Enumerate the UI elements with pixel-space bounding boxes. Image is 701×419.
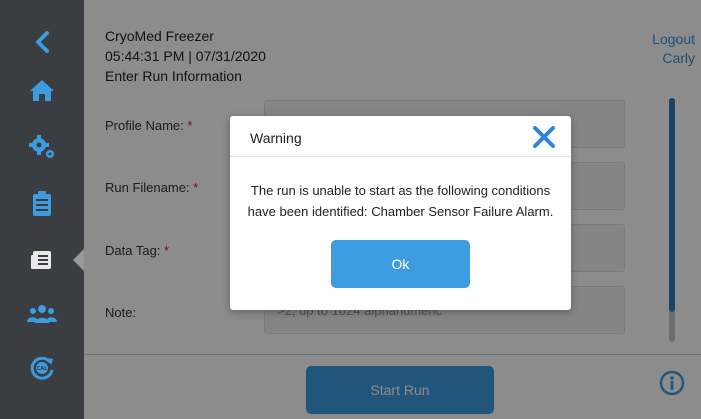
dialog-message-line-1: The run is unable to start as the follow… bbox=[250, 183, 551, 198]
gears-icon bbox=[29, 135, 54, 158]
clipboard-icon bbox=[33, 191, 51, 216]
home-button[interactable] bbox=[0, 70, 84, 110]
calibration-icon: CAL bbox=[30, 356, 54, 380]
settings-button[interactable] bbox=[0, 127, 84, 167]
warning-dialog: Warning The run is unable to start as th… bbox=[230, 116, 571, 310]
run-list-icon bbox=[31, 251, 51, 269]
users-button[interactable] bbox=[0, 294, 84, 334]
dialog-message-line-2: have been identified: Chamber Sensor Fai… bbox=[247, 204, 554, 219]
sidebar: CAL bbox=[0, 0, 85, 419]
svg-text:CAL: CAL bbox=[37, 366, 49, 372]
close-button[interactable] bbox=[529, 122, 559, 152]
close-icon bbox=[533, 126, 555, 148]
back-button[interactable] bbox=[0, 22, 84, 62]
dialog-message: The run is unable to start as the follow… bbox=[238, 180, 563, 222]
users-icon bbox=[27, 305, 57, 323]
dialog-separator bbox=[230, 156, 571, 157]
home-icon bbox=[30, 80, 54, 101]
run-list-button[interactable] bbox=[0, 240, 85, 280]
ok-button[interactable]: Ok bbox=[331, 240, 470, 288]
calibration-button[interactable]: CAL bbox=[0, 348, 84, 388]
chevron-left-icon bbox=[36, 31, 49, 53]
dialog-title: Warning bbox=[250, 130, 302, 146]
clipboard-button[interactable] bbox=[0, 184, 84, 224]
